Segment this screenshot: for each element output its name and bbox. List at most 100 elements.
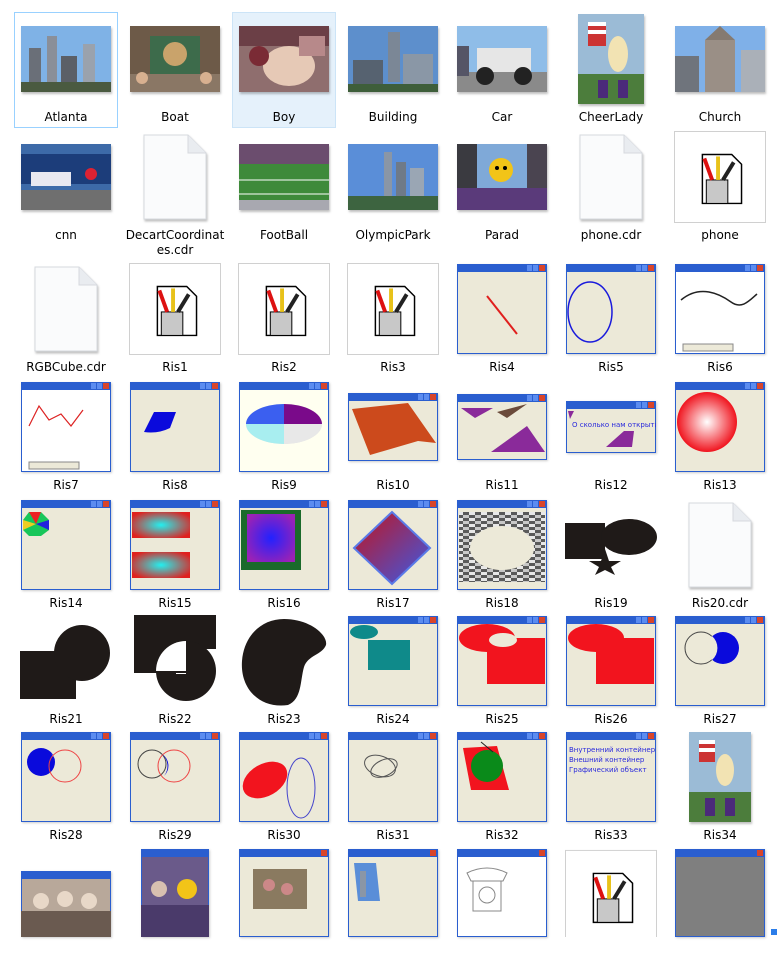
file-item-ris3[interactable]: Ris3 [341,262,445,378]
file-item-ris5[interactable]: Ris5 [559,262,663,378]
file-item-cheerlady[interactable]: CheerLady [559,12,663,128]
photo-thumbnail [347,13,439,105]
file-label: Ris16 [267,596,301,610]
file-item-ris21[interactable]: Ris21 [14,614,118,730]
file-item-ris16[interactable]: Ris16 [232,498,336,614]
file-item-ris13[interactable]: Ris13 [668,380,772,496]
photo-thumbnail [674,13,766,105]
file-item-ris31[interactable]: Ris31 [341,730,445,846]
file-grid: Atlanta Boat Boy Building Car CheerLady [0,0,777,937]
file-item-ris26[interactable]: Ris26 [559,614,663,730]
file-label: Ris14 [49,596,83,610]
file-item-boat[interactable]: Boat [123,12,227,128]
file-item-row8-1[interactable] [14,848,118,964]
file-item-olympicpark[interactable]: OlympicPark [341,130,445,246]
file-item-car[interactable]: Car [450,12,554,128]
file-item-cnn[interactable]: cnn [14,130,118,246]
photo-thumbnail [674,731,766,823]
file-item-row8-3[interactable] [232,848,336,964]
file-label: Church [698,110,742,124]
paint-app-icon [347,263,439,355]
file-label: Ris12 [594,478,628,492]
file-item-ris28[interactable]: Ris28 [14,730,118,846]
file-item-ris22[interactable]: Ris22 [123,614,227,730]
file-item-building[interactable]: Building [341,12,445,128]
file-item-ris4[interactable]: Ris4 [450,262,554,378]
file-label: cnn [55,228,77,242]
xp-window-thumbnail [238,381,330,473]
file-item-ris19[interactable]: Ris19 [559,498,663,614]
file-label: Boat [161,110,189,124]
scrollbar-corner[interactable] [771,929,777,935]
file-item-phone[interactable]: phone [668,130,772,246]
xp-window-thumbnail [565,615,657,707]
paint-app-icon [129,263,221,355]
ris33-line-1: Внутренний контейнер [569,746,656,754]
file-item-football[interactable]: FootBall [232,130,336,246]
file-item-decartcoordinates[interactable]: DecartCoordinates.cdr [123,130,227,257]
file-item-ris12[interactable]: О сколько нам открытий... Ris12 [559,380,663,496]
file-label: RGBCube.cdr [26,360,106,374]
file-label: Ris4 [489,360,515,374]
xp-window-thumbnail [674,849,766,937]
file-item-ris25[interactable]: Ris25 [450,614,554,730]
file-item-ris32[interactable]: Ris32 [450,730,554,846]
file-item-ris23[interactable]: Ris23 [232,614,336,730]
ris12-caption: О сколько нам открытий... [572,421,656,429]
file-item-row8-6[interactable] [559,848,663,964]
xp-window-thumbnail [347,499,439,591]
file-item-parad[interactable]: Parad [450,130,554,246]
file-label: phone [701,228,739,242]
file-item-phone-cdr[interactable]: phone.cdr [559,130,663,246]
file-item-row8-2[interactable] [123,848,227,964]
file-label: Ris2 [271,360,297,374]
file-label: Ris17 [376,596,410,610]
file-item-ris8[interactable]: Ris8 [123,380,227,496]
file-item-church[interactable]: Church [668,12,772,128]
xp-window-thumbnail [238,849,330,937]
file-item-ris24[interactable]: Ris24 [341,614,445,730]
file-item-ris14[interactable]: Ris14 [14,498,118,614]
file-item-ris10[interactable]: Ris10 [341,380,445,496]
file-item-ris34[interactable]: Ris34 [668,730,772,846]
file-label: DecartCoordinates.cdr [125,228,225,257]
file-item-atlanta[interactable]: Atlanta [14,12,118,128]
file-item-ris6[interactable]: Ris6 [668,262,772,378]
file-label: Ris30 [267,828,301,842]
xp-window-thumbnail [129,849,221,937]
file-item-ris17[interactable]: Ris17 [341,498,445,614]
file-item-boy[interactable]: Boy [232,12,336,128]
file-item-ris2[interactable]: Ris2 [232,262,336,378]
shape-thumbnail [238,615,330,707]
file-label: CheerLady [578,110,644,124]
file-label: Ris34 [703,828,737,842]
file-item-row8-7[interactable] [668,848,772,964]
file-item-ris7[interactable]: Ris7 [14,380,118,496]
ris33-line-2: Внешний контейнер [569,756,645,764]
xp-window-thumbnail [20,731,112,823]
file-item-ris9[interactable]: Ris9 [232,380,336,496]
file-item-ris30[interactable]: Ris30 [232,730,336,846]
shape-thumbnail [565,499,657,591]
paint-app-icon [565,849,657,937]
xp-window-thumbnail [129,731,221,823]
file-label: Ris21 [49,712,83,726]
file-item-row8-4[interactable] [341,848,445,964]
file-item-rgbcube[interactable]: RGBCube.cdr [14,262,118,378]
file-item-ris33[interactable]: Внутренний контейнер Внешний контейнер Гра… [559,730,663,846]
file-item-ris1[interactable]: Ris1 [123,262,227,378]
file-item-ris20[interactable]: Ris20.cdr [668,498,772,614]
xp-window-thumbnail [674,615,766,707]
file-item-ris29[interactable]: Ris29 [123,730,227,846]
file-item-ris27[interactable]: Ris27 [668,614,772,730]
file-label: Ris5 [598,360,624,374]
file-label: Ris6 [707,360,733,374]
file-label: OlympicPark [355,228,431,242]
ris33-line-3: Графический объект [569,766,647,774]
xp-window-thumbnail [347,615,439,707]
xp-window-thumbnail [347,731,439,823]
file-item-ris15[interactable]: Ris15 [123,498,227,614]
file-item-ris18[interactable]: Ris18 [450,498,554,614]
file-item-ris11[interactable]: Ris11 [450,380,554,496]
file-item-row8-5[interactable] [450,848,554,964]
